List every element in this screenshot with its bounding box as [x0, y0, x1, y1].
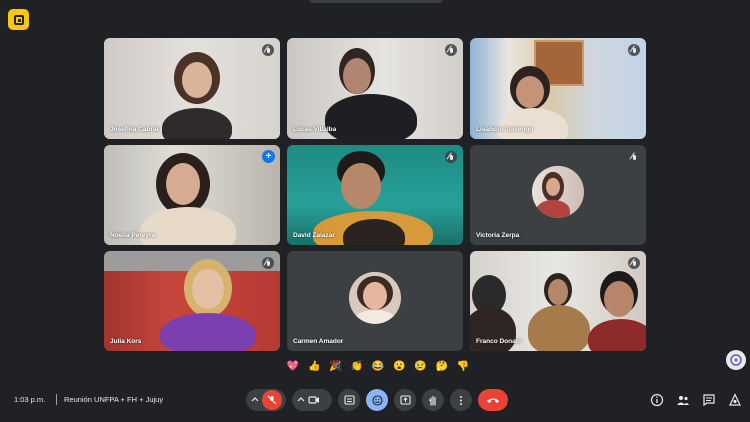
present-screen-icon: [399, 395, 411, 405]
participant-tile[interactable]: Lisandro Torrengo: [470, 38, 646, 139]
end-call-icon: [487, 398, 499, 403]
hand-icon: [428, 395, 436, 406]
participant-tile[interactable]: Carmen Amador: [287, 251, 463, 351]
participant-name: Victoria Zerpa: [476, 232, 520, 239]
activities-button[interactable]: [728, 393, 742, 407]
more-options-button[interactable]: [450, 389, 472, 411]
chat-icon: [703, 394, 715, 407]
divider: [56, 394, 57, 405]
reaction-thinking-button[interactable]: 🤔: [435, 360, 449, 374]
participant-tile[interactable]: Julia Kors: [104, 251, 280, 351]
participant-tile[interactable]: Josefina Cabral: [104, 38, 280, 139]
participant-tile[interactable]: David Zalazar: [287, 145, 463, 245]
people-icon: [677, 396, 689, 405]
info-icon: [650, 393, 664, 407]
mic-off-icon: [445, 44, 457, 56]
mic-off-icon: [445, 151, 457, 163]
participant-name: Josefina Cabral: [110, 126, 159, 133]
camera-toggle-group[interactable]: [292, 389, 332, 411]
mic-off-icon: [628, 257, 640, 269]
present-screen-button[interactable]: [394, 389, 416, 411]
call-controls: [246, 389, 508, 411]
participant-name: Julia Kors: [110, 338, 142, 345]
reactions-button[interactable]: [366, 389, 388, 411]
reaction-surprise-button[interactable]: 😮: [392, 360, 406, 374]
participant-tile[interactable]: Lucas Villalba: [287, 38, 463, 139]
camera-icon: [308, 396, 319, 404]
participant-name: Carmen Amador: [293, 338, 344, 345]
activities-icon: [729, 393, 741, 406]
reaction-thumbs-down-button[interactable]: 👎: [456, 360, 470, 374]
mic-toggle-group[interactable]: [246, 389, 286, 411]
smiley-icon: [371, 394, 383, 406]
reaction-bar: 💖 👍 🎉 👏 😂 😮 😢 🤔 👎: [281, 357, 475, 377]
mic-off-icon: [267, 395, 277, 405]
reaction-heart-button[interactable]: 💖: [286, 360, 300, 374]
top-handle: [310, 0, 442, 3]
bottom-toolbar: 1:03 p.m. Reunión UNFPA + FH + Jujuy: [0, 385, 750, 415]
raise-hand-button[interactable]: [422, 389, 444, 411]
participant-name: Lisandro Torrengo: [476, 126, 534, 133]
more-vertical-icon: [460, 395, 462, 405]
reaction-clap-button[interactable]: 👏: [350, 360, 364, 374]
pin-icon[interactable]: +: [262, 150, 275, 163]
chat-button[interactable]: [702, 393, 716, 407]
right-toolbar: [650, 393, 742, 407]
participant-name: Lucas Villalba: [293, 126, 337, 133]
reaction-sad-button[interactable]: 😢: [414, 360, 428, 374]
reaction-thumbs-up-button[interactable]: 👍: [307, 360, 321, 374]
side-panel-button[interactable]: [726, 350, 746, 370]
mic-off-button[interactable]: [262, 390, 282, 410]
participant-grid: Josefina Cabral Lucas Villalba Lisandro …: [104, 38, 646, 351]
app-logo: [8, 9, 29, 30]
meeting-time: 1:03 p.m.: [14, 395, 46, 404]
participant-name: David Zalazar: [293, 232, 335, 239]
leave-call-button[interactable]: [478, 389, 508, 411]
info-button[interactable]: [650, 393, 664, 407]
chevron-up-icon: [251, 397, 259, 402]
chevron-up-icon: [297, 397, 305, 402]
captions-button[interactable]: [338, 389, 360, 411]
participant-tile[interactable]: Victoria Zerpa: [470, 145, 646, 245]
more-options-icon: [730, 354, 742, 366]
participant-tile[interactable]: Franco Donato: [470, 251, 646, 351]
reaction-party-button[interactable]: 🎉: [329, 360, 343, 374]
mic-off-icon: [262, 257, 274, 269]
reaction-laugh-button[interactable]: 😂: [371, 360, 385, 374]
meeting-title: Reunión UNFPA + FH + Jujuy: [64, 395, 164, 404]
participant-name: Noelia Pereyra: [110, 232, 156, 239]
avatar: [532, 165, 584, 218]
mic-off-icon: [262, 44, 274, 56]
captions-icon: [343, 395, 355, 405]
mic-off-icon: [628, 151, 640, 163]
avatar: [349, 271, 401, 324]
mic-off-icon: [628, 44, 640, 56]
participant-name: Franco Donato: [476, 338, 522, 345]
people-button[interactable]: [676, 393, 690, 407]
participant-tile-active-speaker[interactable]: + Noelia Pereyra: [104, 145, 280, 245]
